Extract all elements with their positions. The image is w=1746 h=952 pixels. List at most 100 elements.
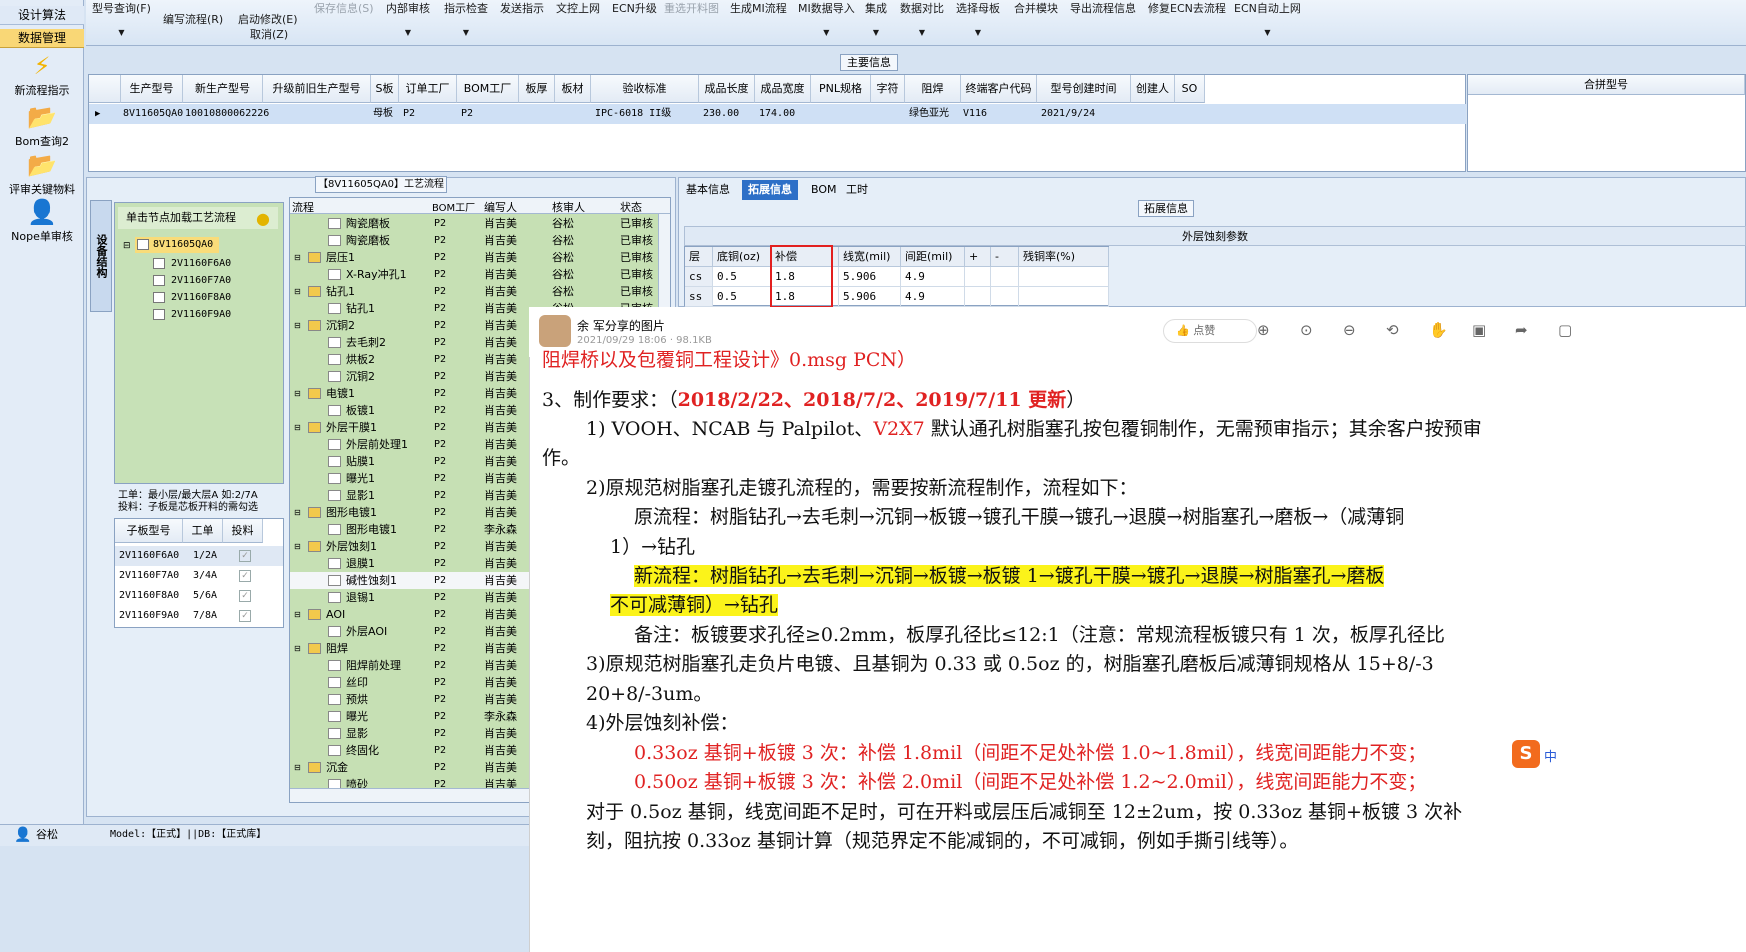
tb-select-mother[interactable]: 选择母板 ▼ [956, 0, 1000, 37]
col-header[interactable]: 工单 [183, 519, 223, 543]
checkbox[interactable]: ✓ [239, 570, 251, 582]
nav-new-flow[interactable]: ⚡ 新流程指示 [0, 52, 84, 98]
tb-ecn-auto[interactable]: ECN自动上网 ▼ [1234, 0, 1301, 37]
table-row[interactable]: X-Ray冲孔1 P2 肖吉美 谷松 已审核 [290, 266, 670, 283]
col-header[interactable]: 状态 [620, 199, 642, 215]
rotate-icon[interactable]: ⟲ [1386, 321, 1399, 339]
table-row[interactable]: 陶瓷磨板 P2 肖吉美 谷松 已审核 [290, 232, 670, 249]
collapse-icon[interactable]: ⊟ [294, 759, 301, 776]
tb-export[interactable]: 导出流程信息 [1070, 0, 1136, 16]
col-header[interactable]: 升级前旧生产型号 [263, 75, 371, 103]
tree-node[interactable]: 2V1160F8A0 [151, 290, 231, 306]
nav-bom-query[interactable]: 📂 Bom查询2 [0, 103, 84, 149]
tab-bom[interactable]: BOM [805, 180, 843, 200]
tb-mi-import[interactable]: MI数据导入 ▼ [798, 0, 855, 37]
screenshot-icon[interactable]: ▣ [1472, 321, 1486, 339]
col-header[interactable]: 残铜率(%) [1019, 247, 1109, 267]
cell-sp[interactable]: 4.9 [901, 267, 965, 287]
collapse-icon[interactable]: ⊟ [123, 241, 131, 251]
cell-minus[interactable] [991, 267, 1019, 287]
nav-data-management[interactable]: 数据管理 [0, 29, 84, 48]
col-header[interactable]: 投料 [223, 519, 263, 543]
col-header[interactable]: 订单工厂 [399, 75, 457, 103]
tb-compare[interactable]: 数据对比 ▼ [900, 0, 944, 37]
nav-design-algorithm[interactable]: 设计算法 [0, 6, 84, 25]
like-button[interactable]: 👍 点赞 [1163, 319, 1257, 343]
collapse-icon[interactable]: ⊟ [294, 249, 301, 266]
tb-repair-ecn[interactable]: 修复ECN去流程 [1148, 0, 1226, 16]
actual-size-icon[interactable]: ⊙ [1300, 321, 1313, 339]
tb-save[interactable]: 保存信息(S) [314, 0, 374, 16]
tb-gen-mi[interactable]: 生成MI流程 [730, 0, 787, 16]
col-header[interactable]: 流程 [292, 199, 314, 215]
col-header[interactable]: 编写人 [484, 199, 517, 215]
collapse-icon[interactable]: ⊟ [294, 385, 301, 402]
col-header[interactable]: PNL规格 [811, 75, 871, 103]
tb-model-query[interactable]: 型号查询(F) ▼ [92, 0, 151, 37]
tb-write-flow[interactable]: 编写流程(R) [163, 11, 223, 27]
collapse-icon[interactable]: ⊟ [294, 283, 301, 300]
tree-node-root[interactable]: 8V11605QA0 [135, 237, 219, 253]
collapse-icon[interactable]: ⊟ [294, 504, 301, 521]
col-header[interactable]: 板材 [555, 75, 591, 103]
cell-cu[interactable]: 0.5 [713, 287, 771, 307]
cell-lw[interactable]: 5.906 [839, 267, 901, 287]
col-header[interactable]: 新生产型号 [183, 75, 263, 103]
cell-sp[interactable]: 4.9 [901, 287, 965, 307]
tree-header[interactable]: 单击节点加载工艺流程 ● [118, 207, 278, 229]
tb-cancel[interactable]: 取消(Z) [250, 26, 288, 42]
col-header[interactable]: - [991, 247, 1019, 267]
col-header[interactable]: 阻焊 [905, 75, 961, 103]
tab-hours[interactable]: 工时 [840, 180, 874, 200]
collapse-icon[interactable]: ⊟ [294, 606, 301, 623]
col-header[interactable]: 层 [685, 247, 713, 267]
cell-residual[interactable] [1019, 267, 1109, 287]
cell-cu[interactable]: 0.5 [713, 267, 771, 287]
cell-lw[interactable]: 5.906 [839, 287, 901, 307]
zoom-in-icon[interactable]: ⊕ [1257, 321, 1270, 339]
tab-extended[interactable]: 拓展信息 [742, 180, 798, 200]
nav-nope-review[interactable]: 👤 Nope单审核 [0, 198, 84, 244]
tb-start-edit[interactable]: 启动修改(E) [238, 11, 298, 27]
col-header[interactable]: 板厚 [519, 75, 555, 103]
col-header[interactable]: BOM工厂 [432, 199, 475, 214]
collapse-icon[interactable]: ⊟ [294, 317, 301, 334]
cell-minus[interactable] [991, 287, 1019, 307]
col-header[interactable]: 线宽(mil) [839, 247, 901, 267]
col-header[interactable]: 创建人 [1131, 75, 1175, 103]
zoom-out-icon[interactable]: ⊖ [1343, 321, 1356, 339]
tree-node[interactable]: 2V1160F7A0 [151, 273, 231, 289]
checkbox[interactable]: ✓ [239, 610, 251, 622]
col-header[interactable]: BOM工厂 [457, 75, 519, 103]
tree-node[interactable]: 2V1160F9A0 [151, 307, 231, 323]
col-header[interactable]: 间距(mil) [901, 247, 965, 267]
cell-plus[interactable] [965, 267, 991, 287]
nav-review-material[interactable]: 📂 评审关键物料 [0, 151, 84, 197]
checkbox[interactable]: ✓ [239, 550, 251, 562]
tb-reselect[interactable]: 重选开料图 [664, 0, 719, 16]
col-header[interactable]: 底铜(oz) [713, 247, 771, 267]
tb-check[interactable]: 指示检查 ▼ [444, 0, 488, 37]
tb-doc-online[interactable]: 文控上网 [556, 0, 600, 16]
tb-integrate[interactable]: 集成 ▼ [865, 0, 887, 37]
table-row[interactable]: ⊟ 层压1 P2 肖吉美 谷松 已审核 [290, 249, 670, 266]
col-header[interactable]: 终端客户代码 [961, 75, 1037, 103]
more-icon[interactable]: ▢ [1558, 321, 1572, 339]
col-header[interactable]: 生产型号 [121, 75, 183, 103]
tb-internal-review[interactable]: 内部审核 ▼ [386, 0, 430, 37]
collapse-icon[interactable]: ⊟ [294, 538, 301, 555]
collapse-icon[interactable]: ⊟ [294, 640, 301, 657]
cell-residual[interactable] [1019, 287, 1109, 307]
tree-node[interactable]: 2V1160F6A0 [151, 256, 231, 272]
col-header[interactable]: 字符 [871, 75, 905, 103]
col-header[interactable]: 型号创建时间 [1037, 75, 1131, 103]
ime-mode[interactable]: 中 [1544, 746, 1557, 765]
collapse-icon[interactable]: ⊟ [294, 419, 301, 436]
col-header[interactable]: 合拼型号 [1468, 75, 1745, 95]
col-header[interactable]: 成品宽度 [755, 75, 811, 103]
col-header[interactable]: 验收标准 [591, 75, 699, 103]
hand-icon[interactable]: ✋ [1429, 321, 1448, 339]
vertical-tab[interactable]: 设备结构 [90, 200, 112, 312]
col-header[interactable]: + [965, 247, 991, 267]
share-icon[interactable]: ➦ [1515, 321, 1528, 339]
